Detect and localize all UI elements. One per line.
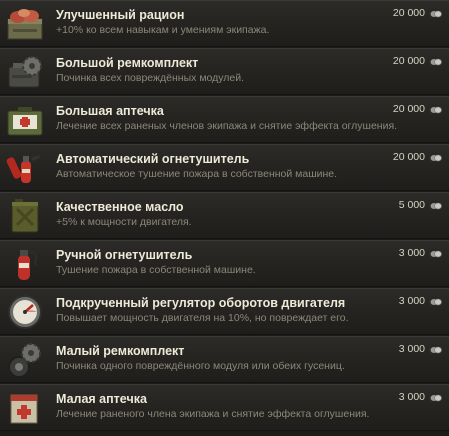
item-price: 3 000 — [398, 343, 425, 355]
item-description: +5% к мощности двигателя. — [56, 216, 192, 228]
item-description: +10% ко всем навыкам и умениям экипажа. — [56, 24, 270, 36]
silver-coin-icon — [430, 250, 442, 258]
consumable-row-small-first-aid-kit[interactable]: Малая аптечка Лечение раненого члена эки… — [0, 384, 449, 431]
consumable-row-large-repair-kit[interactable]: Большой ремкомплект Починка всех поврежд… — [0, 48, 449, 95]
item-description: Повышает мощность двигателя на 10%, но п… — [56, 312, 349, 324]
item-description: Починка всех повреждённых модулей. — [56, 72, 245, 84]
oil-canister-icon — [5, 197, 45, 235]
item-price: 20 000 — [392, 55, 425, 67]
item-price: 20 000 — [392, 103, 425, 115]
item-title: Улучшенный рацион — [56, 8, 185, 22]
silver-coin-icon — [430, 346, 442, 354]
large-first-aid-kit-icon — [5, 101, 45, 139]
silver-coin-icon — [430, 106, 442, 114]
item-description: Починка одного повреждённого модуля или … — [56, 360, 345, 372]
item-price: 20 000 — [392, 151, 425, 163]
consumable-row-small-repair-kit[interactable]: Малый ремкомплект Починка одного поврежд… — [0, 336, 449, 383]
item-price: 3 000 — [398, 295, 425, 307]
silver-coin-icon — [430, 298, 442, 306]
small-repair-kit-icon — [5, 341, 45, 379]
silver-coin-icon — [430, 202, 442, 210]
consumable-row-large-first-aid-kit[interactable]: Большая аптечка Лечение всех раненых чле… — [0, 96, 449, 143]
automatic-extinguisher-icon — [5, 149, 45, 187]
item-price: 20 000 — [392, 7, 425, 19]
item-title: Подкрученный регулятор оборотов двигател… — [56, 296, 346, 310]
item-title: Большой ремкомплект — [56, 56, 199, 70]
speed-governor-gauge-icon — [5, 293, 45, 331]
consumable-row-improved-ration[interactable]: Улучшенный рацион +10% ко всем навыкам и… — [0, 0, 449, 47]
item-title: Качественное масло — [56, 200, 184, 214]
item-description: Автоматическое тушение пожара в собствен… — [56, 168, 338, 180]
consumable-row-quality-oil[interactable]: Качественное масло +5% к мощности двигат… — [0, 192, 449, 239]
item-description: Тушение пожара в собственной машине. — [56, 264, 256, 276]
food-crate-icon — [5, 5, 45, 43]
silver-coin-icon — [430, 10, 442, 18]
small-first-aid-kit-icon — [5, 389, 45, 427]
silver-coin-icon — [430, 394, 442, 402]
item-price: 5 000 — [398, 199, 425, 211]
item-description: Лечение раненого члена экипажа и снятие … — [56, 408, 370, 420]
item-title: Ручной огнетушитель — [56, 248, 193, 262]
large-repair-kit-icon — [5, 53, 45, 91]
item-title: Автоматический огнетушитель — [56, 152, 250, 166]
consumable-row-manual-extinguisher[interactable]: Ручной огнетушитель Тушение пожара в соб… — [0, 240, 449, 287]
consumable-row-automatic-extinguisher[interactable]: Автоматический огнетушитель Автоматическ… — [0, 144, 449, 191]
consumable-row-speed-governor[interactable]: Подкрученный регулятор оборотов двигател… — [0, 288, 449, 335]
item-title: Малый ремкомплект — [56, 344, 185, 358]
item-title: Малая аптечка — [56, 392, 147, 406]
item-description: Лечение всех раненых членов экипажа и сн… — [56, 120, 398, 132]
silver-coin-icon — [430, 154, 442, 162]
item-price: 3 000 — [398, 391, 425, 403]
item-title: Большая аптечка — [56, 104, 164, 118]
consumables-list: Улучшенный рацион +10% ко всем навыкам и… — [0, 0, 449, 436]
item-price: 3 000 — [398, 247, 425, 259]
silver-coin-icon — [430, 58, 442, 66]
manual-extinguisher-icon — [5, 245, 45, 283]
